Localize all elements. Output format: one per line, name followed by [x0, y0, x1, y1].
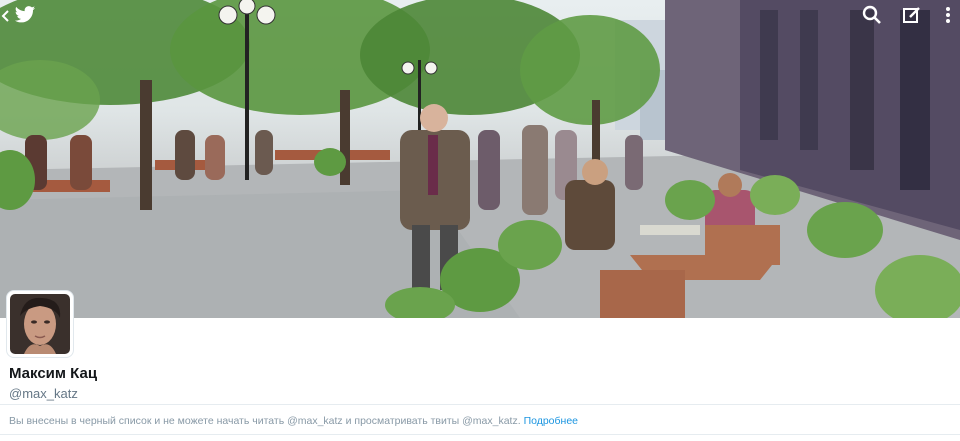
learn-more-link[interactable]: Подробнее [524, 415, 578, 427]
search-icon[interactable] [861, 4, 885, 28]
banner-watercolor-illustration [0, 0, 960, 318]
blocked-notice: Вы внесены в черный список и не можете н… [9, 415, 578, 427]
profile-banner [0, 0, 960, 318]
profile-name: Максим Кац [9, 365, 98, 382]
divider [0, 404, 960, 405]
blocked-notice-text: Вы внесены в черный список и не можете н… [9, 415, 524, 427]
more-vertical-icon[interactable] [938, 4, 960, 28]
divider [0, 434, 960, 435]
compose-icon[interactable] [901, 4, 925, 28]
twitter-bird-icon[interactable] [14, 5, 38, 29]
avatar-photo [10, 294, 70, 354]
avatar[interactable] [7, 291, 73, 357]
profile-handle: @max_katz [9, 386, 78, 401]
